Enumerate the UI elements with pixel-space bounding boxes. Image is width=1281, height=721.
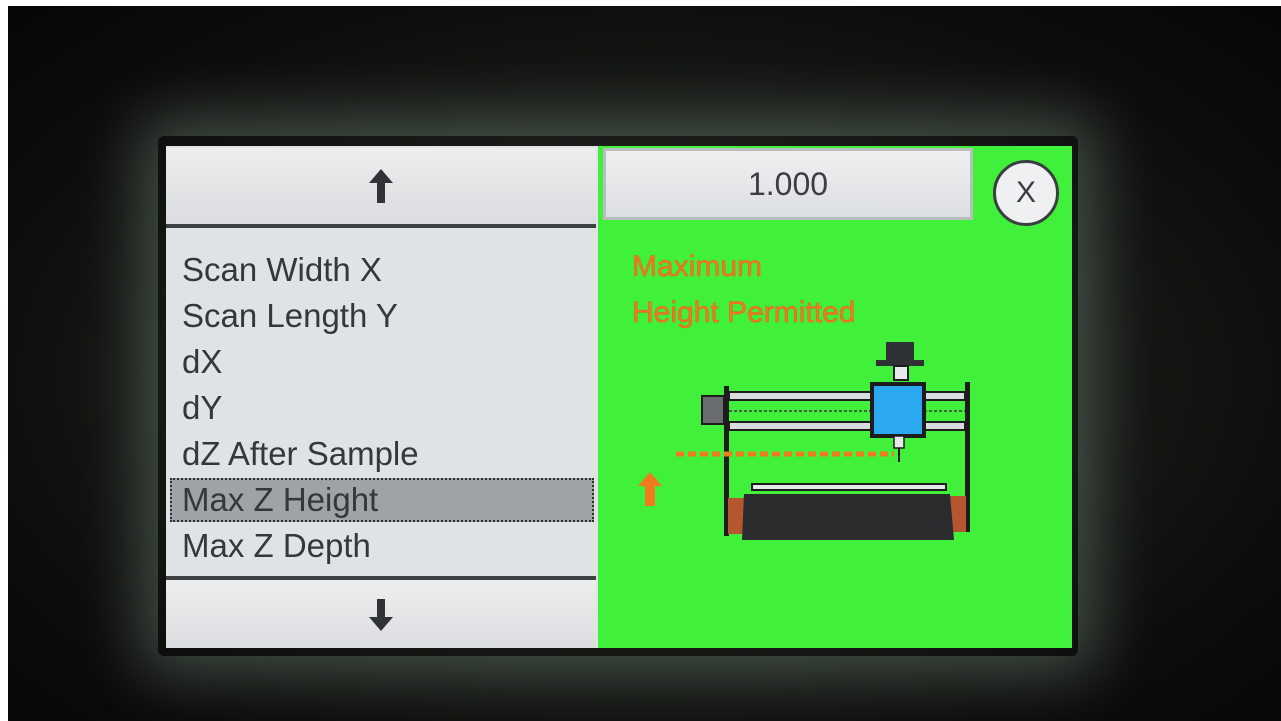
carriage-neck: [893, 365, 909, 381]
arrow-down-icon: [369, 599, 393, 631]
carriage-top-block: [886, 342, 914, 362]
description-line-2: Height Permitted: [632, 296, 856, 330]
probe-holder: [893, 435, 905, 449]
parameter-panel: Scan Width X Scan Length Y dX dY dZ Afte…: [166, 146, 598, 648]
parameter-list: Scan Width X Scan Length Y dX dY dZ Afte…: [166, 234, 598, 574]
orange-arrow-up-icon: [638, 472, 662, 506]
close-button[interactable]: X: [993, 160, 1059, 226]
stepper-motor: [701, 395, 725, 425]
touch-screen: Scan Width X Scan Length Y dX dY dZ Afte…: [166, 146, 1072, 648]
list-item-max-z-height[interactable]: Max Z Height: [170, 478, 594, 522]
close-icon: X: [1015, 176, 1036, 209]
list-item-dy[interactable]: dY: [170, 386, 594, 430]
sample-bed: [742, 494, 954, 540]
list-item-scan-width-x[interactable]: Scan Width X: [170, 248, 594, 292]
carriage-body: [870, 382, 926, 438]
parameter-description: Maximum Height Permitted: [632, 244, 1052, 336]
frame-foot-left: [728, 498, 744, 534]
list-item-dx[interactable]: dX: [170, 340, 594, 384]
sample-plate: [751, 483, 947, 491]
scroll-up-button[interactable]: [166, 148, 596, 228]
scroll-down-button[interactable]: [166, 576, 596, 648]
list-item-dz-after-sample[interactable]: dZ After Sample: [170, 432, 594, 476]
list-item-scan-length-y[interactable]: Scan Length Y: [170, 294, 594, 338]
rail-bottom: [728, 421, 966, 431]
arrow-up-icon: [369, 169, 393, 203]
rail-top: [728, 391, 966, 401]
description-line-1: Maximum: [632, 250, 763, 284]
machine-illustration: [632, 336, 1012, 556]
device-bezel: Scan Width X Scan Length Y dX dY dZ Afte…: [8, 6, 1281, 721]
list-item-max-z-depth[interactable]: Max Z Depth: [170, 524, 594, 568]
value-display[interactable]: 1.000: [603, 148, 973, 220]
